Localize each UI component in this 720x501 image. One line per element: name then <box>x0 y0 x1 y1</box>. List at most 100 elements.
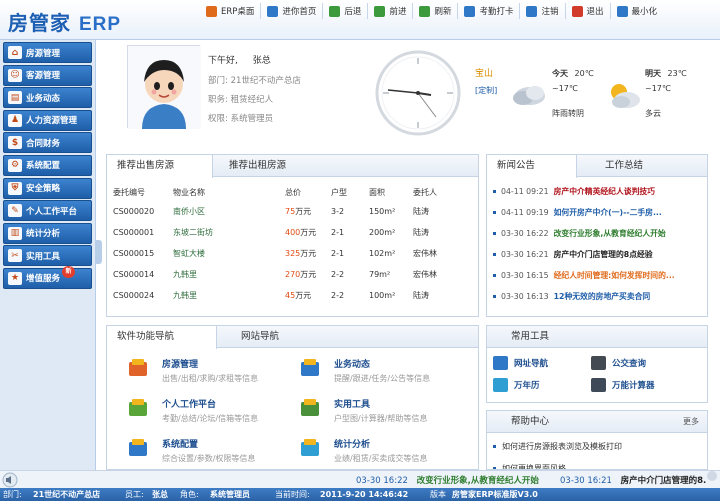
toolbar-button[interactable]: 前进 <box>368 3 414 19</box>
listing-id: CS000015 <box>113 249 155 258</box>
col-header: 总价 <box>285 187 301 197</box>
table-row[interactable]: CS000001 东坡二街坊 400万元 2-1 200m² 陆涛 <box>113 222 473 243</box>
gift-icon: ★ <box>8 271 22 285</box>
toolbar-label: 前进 <box>389 7 407 17</box>
bus-icon <box>591 356 606 370</box>
news-date: 04-11 09:21 <box>501 187 549 196</box>
table-row[interactable]: CS000020 南侨小区 75万元 3-2 150m² 陆涛 <box>113 201 473 222</box>
table-row[interactable]: CS000024 九韩里 45万元 2-2 100m² 陆涛 <box>113 285 473 306</box>
forward-arrow-icon <box>374 5 386 17</box>
refresh-icon <box>419 5 431 17</box>
settings-icon: ⚙ <box>8 158 22 172</box>
toolbar-button[interactable]: 后退 <box>323 3 369 19</box>
listing-agent: 陆涛 <box>413 291 429 300</box>
tool-item[interactable]: 网址导航 <box>493 354 593 372</box>
permission-row: 权限: 系统管理员 <box>208 112 273 124</box>
sidebar-item[interactable]: ▤ 业务动态 <box>3 87 92 109</box>
news-title: 12种无效的房地产买卖合同 <box>553 292 651 301</box>
news-item[interactable]: 03-30 16:13 12种无效的房地产买卖合同 <box>493 286 720 307</box>
help-more-link[interactable]: 更多 <box>683 416 699 427</box>
help-item[interactable]: 如何进行房源报表浏览及模板打印 <box>493 435 707 457</box>
status-role-label: 角色: <box>180 490 199 499</box>
ticker-item[interactable]: 03-30 16:22 改变行业形象,从教育经纪人开始 <box>356 474 539 486</box>
sidebar-item[interactable]: ✎ 个人工作平台 <box>3 200 92 222</box>
toolbar-button[interactable]: 最小化 <box>611 3 664 19</box>
tool-label: 公交查询 <box>612 359 647 369</box>
nav-item-title: 房源管理 <box>162 360 199 370</box>
logo-text: 房管家 <box>8 11 71 35</box>
toolbar-label: 后退 <box>344 7 362 17</box>
weather-customize-link[interactable]: [定制] <box>475 85 497 96</box>
sidebar-item[interactable]: ★ 增值服务新 <box>3 265 92 289</box>
tab-rent-listings[interactable]: 推荐出租房源 <box>219 155 296 177</box>
news-item[interactable]: 04-11 09:21 房产中介精英经纪人谈判技巧 <box>493 181 720 202</box>
help-item[interactable]: 如何更换界面风格 <box>493 457 707 469</box>
bullet-icon <box>493 295 496 298</box>
listing-name: 东坡二街坊 <box>173 228 213 237</box>
sidebar-item[interactable]: ✂ 实用工具 <box>3 245 92 267</box>
news-title: 改变行业形象,从教育经纪人开始 <box>553 229 666 238</box>
sidebar-item[interactable]: ▥ 统计分析 <box>3 222 92 244</box>
toolbar-label: 刷新 <box>434 7 452 17</box>
toolbar-button[interactable]: ERP桌面 <box>200 3 262 19</box>
nav-item-title: 系统配置 <box>162 440 199 450</box>
tool-item[interactable]: 公交查询 <box>591 354 691 372</box>
table-row[interactable]: CS000014 九韩里 270万元 2-2 79m² 宏伟林 <box>113 264 473 285</box>
news-item[interactable]: 03-30 16:15 经纪人时间管理:如何发挥时间的... <box>493 265 720 286</box>
news-tabs: 新闻公告 工作总结 <box>487 155 707 178</box>
listing-type: 2-1 <box>331 249 345 258</box>
news-panel: 新闻公告 工作总结 04-11 09:21 房产中介精英经纪人谈判技巧 04-11 … <box>486 154 708 317</box>
nav-item-desc: 业绩/租赁/买卖成交等信息 <box>334 454 428 463</box>
calendar-icon <box>493 378 508 392</box>
news-date: 03-30 16:21 <box>501 250 549 259</box>
toolbar-button[interactable]: 退出 <box>566 3 611 19</box>
personal-nav-icon <box>127 397 149 419</box>
new-badge: 新 <box>62 265 75 278</box>
col-header: 委托编号 <box>113 187 145 197</box>
listing-agent: 陆涛 <box>413 228 429 237</box>
ticker-item[interactable]: 03-30 16:21 房产中介门店管理的8... <box>560 474 706 486</box>
bullet-icon <box>493 232 496 235</box>
chart-nav-icon <box>299 437 321 459</box>
listings-table: 委托编号 物业名称 总价 户型 面积 委托人 CS000020 南侨小区 75万元 3… <box>113 183 473 306</box>
people-icon: ♟ <box>8 113 22 127</box>
help-panel: 帮助中心 更多 如何进行房源报表浏览及模板打印 如何更换界面风格 <box>486 410 708 470</box>
tab-sale-listings[interactable]: 推荐出售房源 <box>107 155 213 178</box>
tab-website-nav[interactable]: 网站导航 <box>231 326 289 348</box>
col-header: 委托人 <box>413 187 437 197</box>
tab-news[interactable]: 新闻公告 <box>487 155 577 178</box>
toolbar-button[interactable]: 注销 <box>520 3 566 19</box>
price-value: 325 <box>285 249 301 258</box>
toolbar-button[interactable]: 进你首页 <box>261 3 324 19</box>
sidebar-item[interactable]: ☺ 客源管理 <box>3 64 92 86</box>
sidebar-item[interactable]: $ 合同财务 <box>3 132 92 154</box>
toolbar-button[interactable]: 考勤打卡 <box>458 3 521 19</box>
help-item-title: 如何进行房源报表浏览及模板打印 <box>502 441 622 451</box>
tool-item[interactable]: 万年历 <box>493 376 593 394</box>
tab-work-summary[interactable]: 工作总结 <box>595 155 653 177</box>
toolbar-label: 退出 <box>586 7 604 17</box>
sidebar-item[interactable]: ⌂ 房源管理 <box>3 42 92 63</box>
news-item[interactable]: 04-11 09:19 如何开房产中介(一)--二手房... <box>493 202 720 223</box>
sidebar-item-label: 业务动态 <box>26 93 61 104</box>
listing-price: 45万元 <box>285 285 331 306</box>
tool-item[interactable]: 万能计算器 <box>591 376 691 394</box>
sidebar-item[interactable]: ♟ 人力资源管理 <box>3 109 92 131</box>
user-name: 张总 <box>252 56 271 66</box>
table-row[interactable]: CS000015 智虹大楼 325万元 2-1 102m² 宏伟林 <box>113 243 473 264</box>
sidebar-collapse-handle[interactable] <box>96 240 102 264</box>
news-item[interactable]: 03-30 16:21 房产中介门店管理的8点经验 <box>493 244 720 265</box>
resize-grip-icon[interactable] <box>706 470 718 482</box>
tools-icon: ✂ <box>8 249 22 263</box>
news-item[interactable]: 03-30 16:22 改变行业形象,从教育经纪人开始 <box>493 223 720 244</box>
greeting: 下午好, 张总 <box>208 53 271 66</box>
tomorrow-high: 23℃ <box>667 69 687 78</box>
toolbar-button[interactable]: 刷新 <box>413 3 459 19</box>
permission-label: 权限: <box>208 114 228 124</box>
sidebar-item[interactable]: ⛨ 安全策略 <box>3 177 92 199</box>
toolbar-label: ERP桌面 <box>221 7 255 17</box>
tab-software-nav[interactable]: 软件功能导航 <box>107 326 217 349</box>
software-nav-panel: 软件功能导航 网站导航 房源管理 出售/出租/求购/求租等信息 业务动态 提醒/跟进/… <box>106 325 479 470</box>
sidebar-item[interactable]: ⚙ 系统配置 <box>3 154 92 176</box>
clock-in-icon <box>464 5 476 17</box>
